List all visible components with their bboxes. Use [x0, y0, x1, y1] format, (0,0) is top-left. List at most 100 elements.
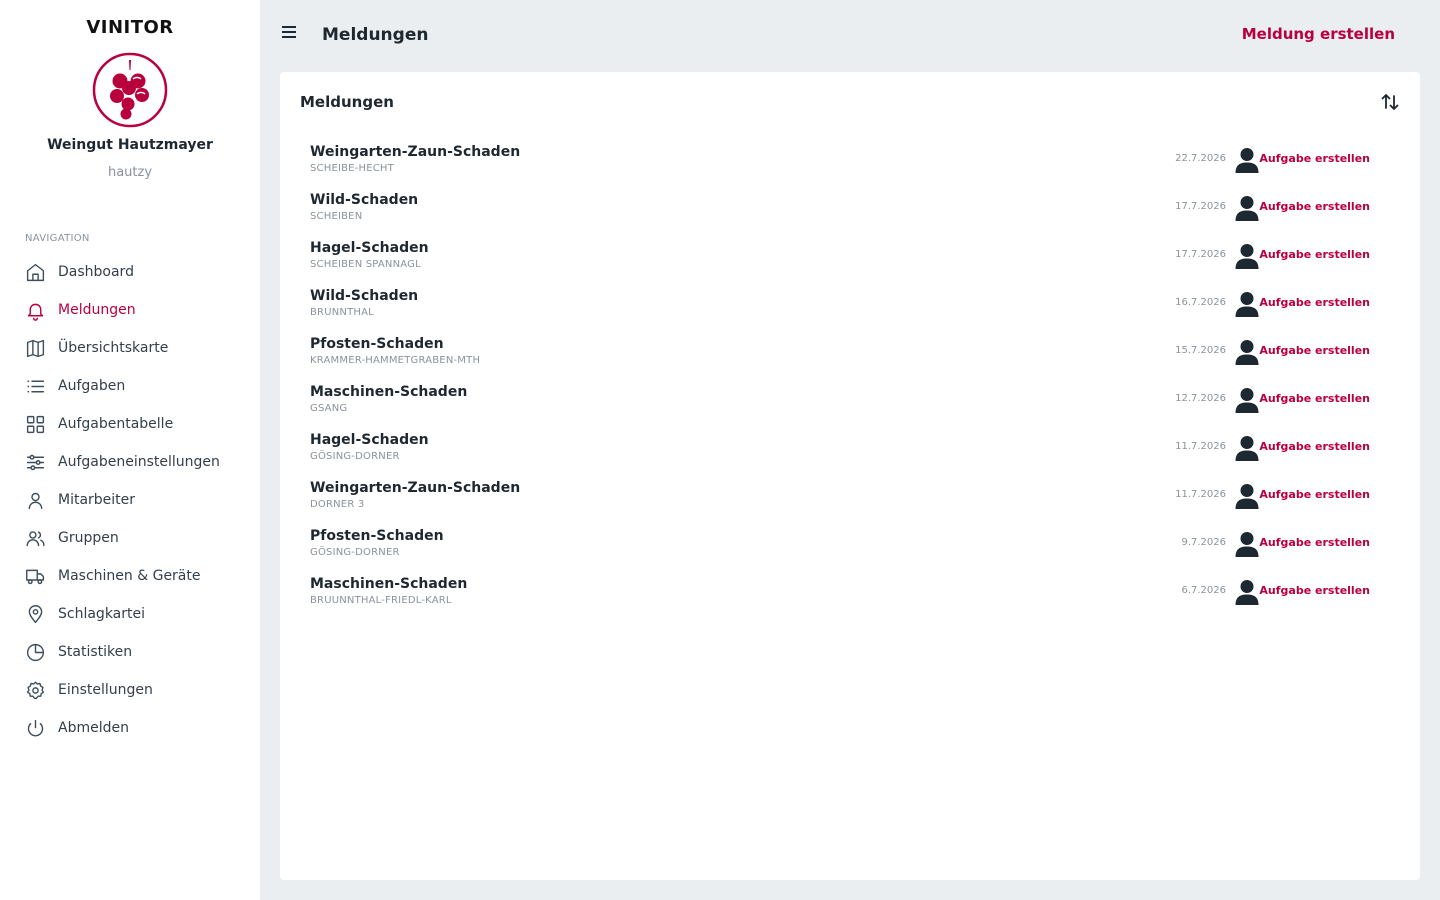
sidebar-item-label: Meldungen: [58, 302, 136, 318]
bell-icon: [24, 299, 46, 321]
report-location: SCHEIBE-HECHT: [310, 163, 394, 174]
username: hautzy: [107, 165, 153, 180]
report-date: 17.7.2026: [1175, 249, 1226, 260]
report-row[interactable]: Maschinen-Schaden BRUUNNTHAL-FRIEDL-KARL 6…: [310, 568, 1390, 616]
report-title: Hagel-Schaden: [310, 240, 429, 256]
create-task-button[interactable]: Aufgabe erstellen: [1259, 344, 1370, 357]
report-date: 6.7.2026: [1181, 585, 1226, 596]
report-title: Wild-Schaden: [310, 192, 419, 208]
reports-card: Meldungen Weingarten-Zaun-Schaden SCHEIBE…: [280, 72, 1420, 880]
user-icon: [24, 489, 46, 511]
user-avatar-icon[interactable]: [1234, 434, 1260, 462]
sidebar-item-aufgabentabelle[interactable]: Aufgabentabelle: [0, 405, 260, 443]
create-task-button[interactable]: Aufgabe erstellen: [1259, 488, 1370, 501]
sidebar-item-label: Statistiken: [58, 644, 133, 660]
create-task-button[interactable]: Aufgabe erstellen: [1259, 392, 1370, 405]
report-row[interactable]: Wild-Schaden BRUNNTHAL 16.7.2026 Aufgabe er…: [310, 280, 1390, 328]
report-row[interactable]: Pfosten-Schaden GÖSING-DORNER 9.7.2026 Aufg…: [310, 520, 1390, 568]
user-avatar-icon[interactable]: [1234, 242, 1260, 270]
map-pin-icon: [24, 603, 46, 625]
sidebar-item-dashboard[interactable]: Dashboard: [0, 253, 260, 291]
sidebar-item-label: Mitarbeiter: [58, 492, 136, 508]
user-avatar-icon[interactable]: [1234, 578, 1260, 606]
report-location: SCHEIBEN SPANNAGL: [310, 259, 421, 270]
sidebar-item-label: Gruppen: [58, 530, 119, 546]
report-row[interactable]: Hagel-Schaden SCHEIBEN SPANNAGL 17.7.2026 A…: [310, 232, 1390, 280]
sliders-icon: [24, 451, 46, 473]
sidebar-item-label: Übersichtskarte: [58, 340, 169, 356]
brand-title: VINITOR: [86, 17, 174, 38]
create-task-button[interactable]: Aufgabe erstellen: [1259, 440, 1370, 453]
sidebar-item-label: Aufgabentabelle: [58, 416, 174, 432]
create-task-button[interactable]: Aufgabe erstellen: [1259, 536, 1370, 549]
user-avatar-icon[interactable]: [1234, 338, 1260, 366]
sidebar-item-gruppen[interactable]: Gruppen: [0, 519, 260, 557]
sidebar-item-aufgabeneinstellungen[interactable]: Aufgabeneinstellungen: [0, 443, 260, 481]
winery-logo: [92, 52, 168, 128]
report-location: DORNER 3: [310, 499, 365, 510]
pie-chart-icon: [24, 641, 46, 663]
create-report-button[interactable]: Meldung erstellen: [1242, 25, 1395, 43]
create-task-button[interactable]: Aufgabe erstellen: [1259, 296, 1370, 309]
nav-heading: NAVIGATION: [25, 233, 90, 244]
sidebar-item-maschinen-geräte[interactable]: Maschinen & Geräte: [0, 557, 260, 595]
report-date: 12.7.2026: [1175, 393, 1226, 404]
report-location: SCHEIBEN: [310, 211, 363, 222]
user-avatar-icon[interactable]: [1234, 386, 1260, 414]
page-title: Meldungen: [322, 25, 429, 45]
report-location: BRUNNTHAL: [310, 307, 374, 318]
report-row[interactable]: Hagel-Schaden GÖSING-DORNER 11.7.2026 Aufga…: [310, 424, 1390, 472]
sidebar-item-label: Aufgaben: [58, 378, 126, 394]
sidebar-item-aufgaben[interactable]: Aufgaben: [0, 367, 260, 405]
reports-list: Weingarten-Zaun-Schaden SCHEIBE-HECHT 22.7…: [310, 136, 1390, 616]
sidebar-item-label: Schlagkartei: [58, 606, 146, 622]
grid-icon: [24, 413, 46, 435]
sidebar: VINITOR Weingut Hautzmayer hautzy NAVIGA…: [0, 0, 260, 900]
map-icon: [24, 337, 46, 359]
report-location: GÖSING-DORNER: [310, 451, 400, 462]
sidebar-nav: Dashboard Meldungen Übersichtskarte Aufgabe…: [0, 253, 260, 747]
sort-icon[interactable]: [1380, 92, 1400, 112]
list-icon: [24, 375, 46, 397]
report-location: GÖSING-DORNER: [310, 547, 400, 558]
report-date: 9.7.2026: [1181, 537, 1226, 548]
sidebar-item-label: Abmelden: [58, 720, 129, 736]
report-row[interactable]: Wild-Schaden SCHEIBEN 17.7.2026 Aufgabe ers…: [310, 184, 1390, 232]
report-row[interactable]: Pfosten-Schaden KRAMMER-HAMMETGRABEN-MTH 1…: [310, 328, 1390, 376]
sidebar-item-mitarbeiter[interactable]: Mitarbeiter: [0, 481, 260, 519]
company-name: Weingut Hautzmayer: [47, 137, 213, 153]
create-task-button[interactable]: Aufgabe erstellen: [1259, 152, 1370, 165]
user-avatar-icon[interactable]: [1234, 146, 1260, 174]
report-row[interactable]: Maschinen-Schaden GSANG 12.7.2026 Aufgabe e…: [310, 376, 1390, 424]
report-title: Wild-Schaden: [310, 288, 419, 304]
users-icon: [24, 527, 46, 549]
sidebar-item-schlagkartei[interactable]: Schlagkartei: [0, 595, 260, 633]
user-avatar-icon[interactable]: [1234, 530, 1260, 558]
report-location: BRUUNNTHAL-FRIEDL-KARL: [310, 595, 452, 606]
create-task-button[interactable]: Aufgabe erstellen: [1259, 248, 1370, 261]
report-title: Pfosten-Schaden: [310, 528, 444, 544]
report-location: KRAMMER-HAMMETGRABEN-MTH: [310, 355, 481, 366]
power-icon: [24, 717, 46, 739]
user-avatar-icon[interactable]: [1234, 290, 1260, 318]
report-title: Maschinen-Schaden: [310, 384, 468, 400]
report-date: 16.7.2026: [1175, 297, 1226, 308]
sidebar-item-label: Dashboard: [58, 264, 134, 280]
create-task-button[interactable]: Aufgabe erstellen: [1259, 584, 1370, 597]
report-title: Weingarten-Zaun-Schaden: [310, 480, 521, 496]
sidebar-item-abmelden[interactable]: Abmelden: [0, 709, 260, 747]
report-row[interactable]: Weingarten-Zaun-Schaden SCHEIBE-HECHT 22.7…: [310, 136, 1390, 184]
sidebar-item-meldungen[interactable]: Meldungen: [0, 291, 260, 329]
report-title: Weingarten-Zaun-Schaden: [310, 144, 521, 160]
sidebar-item-label: Maschinen & Geräte: [58, 568, 201, 584]
sidebar-item-übersichtskarte[interactable]: Übersichtskarte: [0, 329, 260, 367]
user-avatar-icon[interactable]: [1234, 194, 1260, 222]
sidebar-item-einstellungen[interactable]: Einstellungen: [0, 671, 260, 709]
create-task-button[interactable]: Aufgabe erstellen: [1259, 200, 1370, 213]
menu-icon[interactable]: [280, 26, 298, 44]
report-row[interactable]: Weingarten-Zaun-Schaden DORNER 3 11.7.2026…: [310, 472, 1390, 520]
sidebar-item-statistiken[interactable]: Statistiken: [0, 633, 260, 671]
user-avatar-icon[interactable]: [1234, 482, 1260, 510]
home-icon: [24, 261, 46, 283]
sidebar-item-label: Aufgabeneinstellungen: [58, 454, 220, 470]
